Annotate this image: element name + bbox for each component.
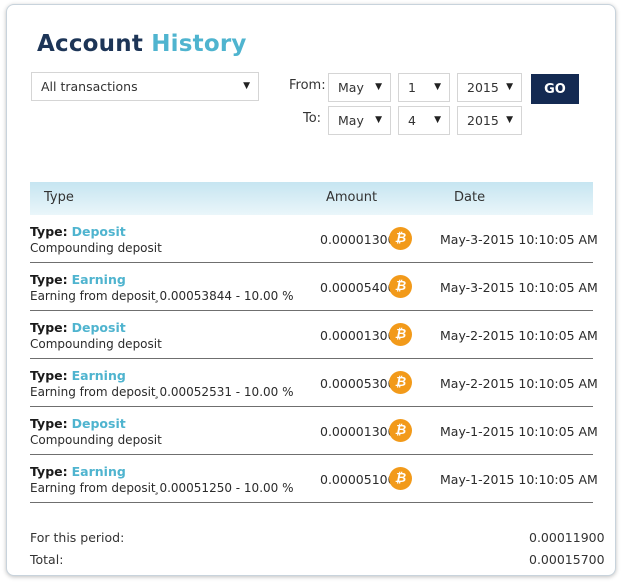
- row-type-label: Type:: [30, 464, 68, 479]
- chevron-down-icon: ▼: [506, 82, 513, 92]
- chevron-down-icon: ▼: [243, 81, 250, 91]
- to-month-select[interactable]: May ▼: [328, 106, 391, 135]
- go-button[interactable]: GO: [531, 74, 579, 104]
- row-type-value: Earning: [71, 368, 126, 383]
- row-description: Compounding deposit: [30, 241, 162, 255]
- row-date: May-3-2015 10:10:05 AM: [440, 280, 598, 295]
- chevron-down-icon: ▼: [506, 115, 513, 125]
- row-amount: 0.00005400: [320, 280, 396, 295]
- from-year-value: 2015: [467, 80, 499, 95]
- table-row: Type: Deposit Compounding deposit 0.0000130…: [30, 407, 598, 455]
- row-type-label: Type:: [30, 368, 68, 383]
- total-label: Total:: [30, 552, 64, 567]
- bitcoin-icon: ₿: [389, 227, 412, 250]
- row-amount: 0.00001300: [320, 424, 396, 439]
- row-type: Type: Earning: [30, 368, 126, 383]
- row-type-label: Type:: [30, 272, 68, 287]
- from-year-select[interactable]: 2015 ▼: [457, 73, 522, 102]
- bitcoin-icon: ₿: [389, 371, 412, 394]
- row-type: Type: Deposit: [30, 416, 126, 431]
- row-type-label: Type:: [30, 416, 68, 431]
- from-label: From:: [289, 78, 326, 93]
- row-date: May-2-2015 10:10:05 AM: [440, 328, 598, 343]
- table-row: Type: Earning Earning from deposit ̧0.0005…: [30, 455, 598, 503]
- bitcoin-icon: ₿: [389, 275, 412, 298]
- period-label: For this period:: [30, 530, 125, 545]
- to-day-select[interactable]: 4 ▼: [398, 106, 450, 135]
- row-description: Compounding deposit: [30, 433, 162, 447]
- page-title-part2: History: [151, 31, 247, 57]
- row-date: May-3-2015 10:10:05 AM: [440, 232, 598, 247]
- chevron-down-icon: ▼: [375, 115, 382, 125]
- transaction-type-select[interactable]: All transactions ▼: [31, 72, 259, 101]
- from-day-value: 1: [408, 80, 416, 95]
- chevron-down-icon: ▼: [434, 82, 441, 92]
- row-type-value: Deposit: [71, 320, 126, 335]
- row-type-value: Earning: [71, 272, 126, 287]
- row-description: Compounding deposit: [30, 337, 162, 351]
- column-header-date: Date: [454, 190, 486, 205]
- table-header: Type Amount Date: [30, 182, 593, 215]
- row-date: May-1-2015 10:10:05 AM: [440, 472, 598, 487]
- table-row: Type: Deposit Compounding deposit 0.0000130…: [30, 311, 598, 359]
- row-amount: 0.00005100: [320, 472, 396, 487]
- table-row: Type: Deposit Compounding deposit 0.0000130…: [30, 215, 598, 263]
- row-type: Type: Earning: [30, 272, 126, 287]
- row-description: Earning from deposit ̧0.00053844 - 10.00…: [30, 289, 294, 303]
- bitcoin-icon: ₿: [389, 323, 412, 346]
- bitcoin-icon: ₿: [389, 419, 412, 442]
- chevron-down-icon: ▼: [434, 115, 441, 125]
- to-day-value: 4: [408, 113, 416, 128]
- row-description: Earning from deposit ̧0.00051250 - 10.00…: [30, 481, 294, 495]
- from-day-select[interactable]: 1 ▼: [398, 73, 450, 102]
- table-row: Type: Earning Earning from deposit ̧0.0005…: [30, 359, 598, 407]
- row-type-value: Deposit: [71, 416, 126, 431]
- to-month-value: May: [338, 113, 364, 128]
- row-date: May-1-2015 10:10:05 AM: [440, 424, 598, 439]
- total-value: 0.00015700: [529, 552, 605, 567]
- table-row: Type: Earning Earning from deposit ̧0.0005…: [30, 263, 598, 311]
- row-date: May-2-2015 10:10:05 AM: [440, 376, 598, 391]
- row-type: Type: Deposit: [30, 320, 126, 335]
- from-month-select[interactable]: May ▼: [328, 73, 391, 102]
- row-amount: 0.00001300: [320, 328, 396, 343]
- row-type-value: Deposit: [71, 224, 126, 239]
- transaction-type-value: All transactions: [41, 79, 138, 94]
- to-year-select[interactable]: 2015 ▼: [457, 106, 522, 135]
- period-value: 0.00011900: [529, 530, 605, 545]
- row-amount: 0.00005300: [320, 376, 396, 391]
- row-type: Type: Earning: [30, 464, 126, 479]
- from-month-value: May: [338, 80, 364, 95]
- to-label: To:: [303, 111, 322, 126]
- row-type-label: Type:: [30, 224, 68, 239]
- column-header-amount: Amount: [326, 190, 378, 205]
- row-type-value: Earning: [71, 464, 126, 479]
- chevron-down-icon: ▼: [375, 82, 382, 92]
- row-amount: 0.00001300: [320, 232, 396, 247]
- to-year-value: 2015: [467, 113, 499, 128]
- column-header-type: Type: [44, 190, 74, 205]
- bitcoin-icon: ₿: [389, 467, 412, 490]
- row-type-label: Type:: [30, 320, 68, 335]
- row-type: Type: Deposit: [30, 224, 126, 239]
- row-description: Earning from deposit ̧0.00052531 - 10.00…: [30, 385, 294, 399]
- page-title-part1: Account: [37, 31, 144, 57]
- page-title: Account History: [37, 31, 247, 57]
